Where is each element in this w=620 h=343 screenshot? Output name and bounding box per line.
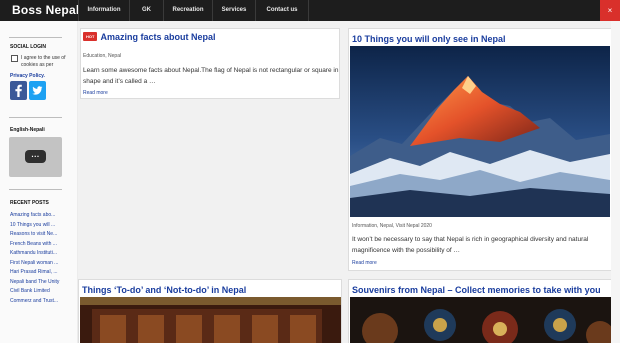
post-title[interactable]: Things ‘To-do’ and ‘Not-to-do’ in Nepal [82,285,246,295]
cookie-consent-checkbox[interactable] [11,55,18,62]
recent-posts-list: Amazing facts abo... 10 Things you will … [10,211,66,306]
recent-post-link[interactable]: French Beans with ... [10,240,66,250]
read-more-link[interactable]: Read more [352,260,377,266]
nav-item-gk[interactable]: GK [129,0,163,21]
hot-badge: HOT [83,32,98,41]
recent-post-link[interactable]: Hari Prasad Rimal, ... [10,268,66,278]
main-nav: Information GK Recreation Services Conta… [78,0,309,21]
post-excerpt: Learn some awesome facts about Nepal.The… [83,67,339,85]
facebook-icon [15,84,22,97]
facebook-login-button[interactable] [10,81,27,100]
close-button[interactable]: × [600,0,620,21]
nav-item-information[interactable]: Information [78,0,129,21]
twitter-icon [32,86,43,95]
recent-post-link[interactable]: Nepali band The Unity [10,278,66,288]
thangka-painting-image[interactable] [350,297,612,343]
recent-post-link[interactable]: Amazing facts abo... [10,211,66,221]
post-categories[interactable]: Information, Nepal, Visit Nepal 2020 [352,223,432,229]
privacy-policy-link[interactable]: Privacy Policy. [10,73,45,79]
nav-item-recreation[interactable]: Recreation [163,0,212,21]
nav-item-services[interactable]: Services [212,0,255,21]
recent-post-link[interactable]: First Nepali woman ... [10,259,66,269]
recent-post-link[interactable]: Reasons to visit Ne... [10,230,66,240]
site-brand[interactable]: Boss Nepal [12,3,79,17]
post-categories[interactable]: Education, Nepal [83,53,121,59]
twitter-login-button[interactable] [29,81,46,100]
sidebar-divider [9,189,62,190]
read-more-link[interactable]: Read more [83,90,108,96]
translate-heading: English-Nepali [10,127,45,133]
sidebar: SOCIAL LOGIN I agree to the use of cooki… [0,21,78,343]
recent-post-link[interactable]: 10 Things you will ... [10,221,66,231]
post-title[interactable]: 10 Things you will only see in Nepal [352,34,506,44]
post-title[interactable]: HOT Amazing facts about Nepal [83,32,215,42]
post-excerpt: It won’t be necessary to say that Nepal … [352,236,589,254]
post-title[interactable]: Souvenirs from Nepal – Collect memories … [352,285,601,295]
recent-post-link[interactable]: Kathmandu Instituti... [10,249,66,259]
recent-post-link[interactable]: Commerz and Trust... [10,297,66,307]
translate-button[interactable]: ... [25,150,46,163]
page-scrollbar[interactable] [611,21,620,343]
post-card: Souvenirs from Nepal – Collect memories … [348,279,612,343]
post-card: Things ‘To-do’ and ‘Not-to-do’ in Nepal [78,279,342,343]
post-card: 10 Things you will only see in Nepal Inf… [348,28,612,271]
top-navbar: Boss Nepal Information GK Recreation Ser… [0,0,620,21]
everest-sunset-image[interactable] [350,46,610,217]
nepal-temple-image[interactable] [80,297,342,343]
sidebar-divider [9,37,62,38]
sidebar-divider [9,117,62,118]
social-login-heading: SOCIAL LOGIN [10,44,47,50]
nav-item-contact-us[interactable]: Contact us [255,0,309,21]
recent-posts-heading: RECENT POSTS [10,200,49,206]
translate-widget: ... [9,137,62,177]
post-title-text[interactable]: Amazing facts about Nepal [100,32,215,42]
recent-post-link[interactable]: Civil Bank Limited [10,287,66,297]
post-card: HOT Amazing facts about Nepal Education, … [80,28,340,99]
main-content: HOT Amazing facts about Nepal Education, … [78,21,620,343]
cookie-consent-label: I agree to the use of cookies as per [21,55,66,68]
